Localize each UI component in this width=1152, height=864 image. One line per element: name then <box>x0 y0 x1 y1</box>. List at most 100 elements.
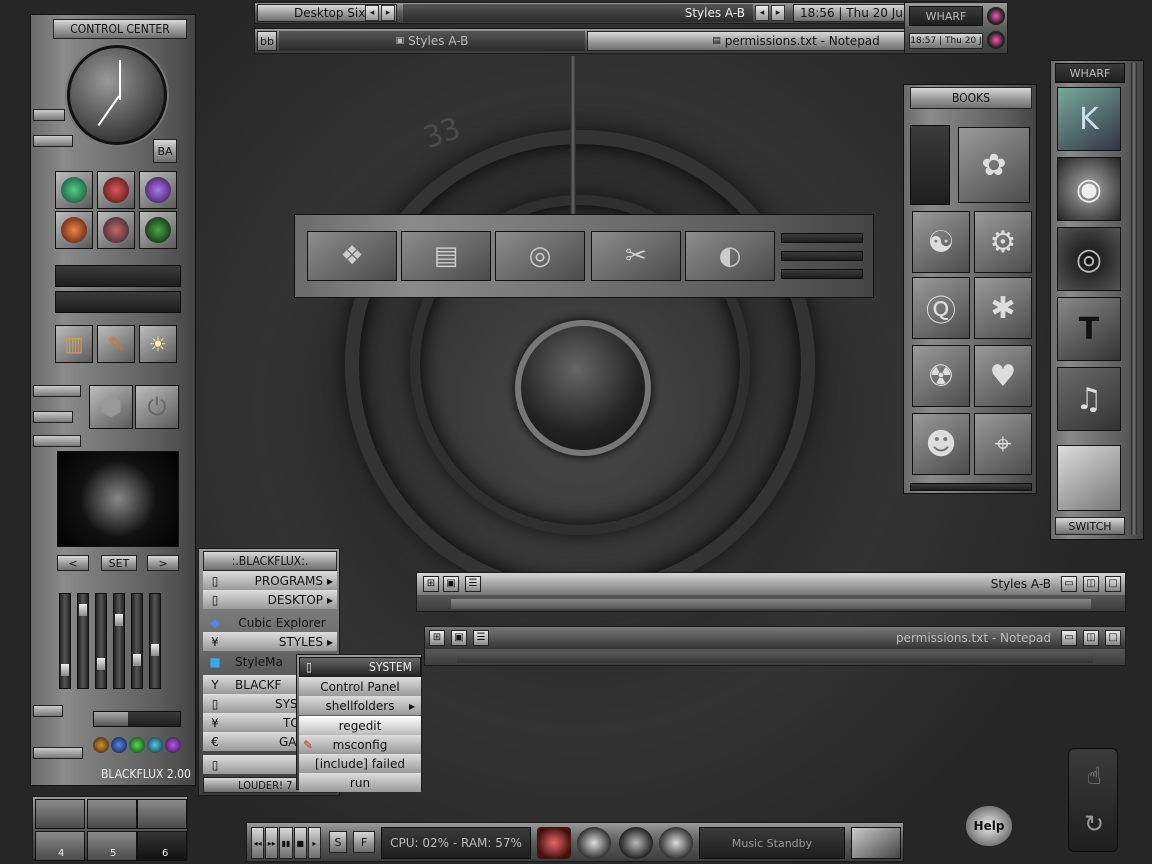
titlebar[interactable]: ⊞ ▣ ☰ permissions.txt - Notepad ▭ ◫ □ <box>425 627 1125 649</box>
style-cd-icon[interactable]: ◐ <box>685 231 775 281</box>
globe-icon[interactable]: ◉ <box>1057 157 1121 221</box>
window-prev-button[interactable]: ◂ <box>755 5 769 21</box>
alien-purple-icon[interactable] <box>139 171 177 209</box>
bulb-icon[interactable]: ☀ <box>139 325 177 363</box>
submenu-item-shellfolders[interactable]: shellfolders ▸ <box>299 696 421 715</box>
close-button[interactable]: □ <box>1105 576 1121 592</box>
yin-yang-icon[interactable]: ☯ <box>912 211 970 273</box>
music-icon[interactable]: ♫ <box>1057 367 1121 431</box>
media-rewind-button[interactable]: ◂◂ <box>251 827 265 859</box>
submenu-item-run[interactable]: run <box>299 773 421 792</box>
window-menu-button[interactable]: ⊞ <box>423 576 439 592</box>
titlebar[interactable]: ⊞ ▣ ☰ Styles A-B ▭ ◫ □ <box>417 573 1125 595</box>
eq-slider[interactable] <box>113 593 125 689</box>
media-forward-button[interactable]: ▸▸ <box>265 827 279 859</box>
focused-window-title[interactable]: Styles A-B <box>403 4 753 22</box>
minimize-button[interactable]: ▭ <box>1061 630 1077 646</box>
pager-desk-1[interactable] <box>35 799 85 829</box>
power-plug-icon[interactable]: ⏻ <box>135 385 179 429</box>
alien-green-icon[interactable] <box>55 171 93 209</box>
window-handle[interactable] <box>451 599 1091 609</box>
side-tab[interactable] <box>33 747 83 759</box>
orb-icon[interactable] <box>659 827 693 859</box>
window-next-button[interactable]: ▸ <box>771 5 785 21</box>
window-list-button[interactable]: ☰ <box>465 576 481 592</box>
gear-icon[interactable]: ⚙ <box>974 211 1032 273</box>
side-tab[interactable] <box>33 135 73 147</box>
hand-icon[interactable]: ☝ <box>1075 757 1113 795</box>
media-play-button[interactable]: ▸ <box>307 827 321 859</box>
eq-slider[interactable] <box>77 593 89 689</box>
style-box-icon[interactable]: ❖ <box>307 231 397 281</box>
quake-icon[interactable]: Ⓠ <box>912 277 970 339</box>
orb-icon[interactable] <box>619 827 653 859</box>
refresh-icon[interactable]: ↻ <box>1075 805 1113 843</box>
style-disc-icon[interactable]: ◎ <box>495 231 585 281</box>
eq-slider[interactable] <box>59 593 71 689</box>
cube-icon[interactable]: ⬢ <box>89 385 133 429</box>
window-shade-button[interactable]: ▣ <box>451 630 467 646</box>
side-tab[interactable] <box>33 385 81 397</box>
mini-wharf-orb-icon[interactable] <box>987 7 1005 25</box>
record-icon[interactable] <box>537 827 571 859</box>
prev-button[interactable]: < <box>57 555 89 571</box>
style-folder-icon[interactable]: ✂ <box>591 231 681 281</box>
orb-cyan-icon[interactable] <box>147 737 163 753</box>
planet-mars-icon[interactable] <box>55 211 93 249</box>
orb-blue-icon[interactable] <box>111 737 127 753</box>
window-handle[interactable] <box>457 653 1093 663</box>
s-button[interactable]: S <box>329 831 347 853</box>
orb-green-icon[interactable] <box>129 737 145 753</box>
text-tool-icon[interactable]: T <box>1057 297 1121 361</box>
side-tab[interactable] <box>33 435 81 447</box>
workspace-prev-button[interactable]: ◂ <box>365 5 379 21</box>
maximize-button[interactable]: ◫ <box>1083 576 1099 592</box>
pager-desk-5[interactable]: 5 <box>87 831 137 861</box>
help-icon[interactable]: Help <box>966 806 1012 846</box>
planet-dark-icon[interactable] <box>139 211 177 249</box>
radiation-icon[interactable]: ☢ <box>912 345 970 407</box>
minimize-button[interactable]: ▭ <box>1061 576 1077 592</box>
menu-item-cubic-explorer[interactable]: ◆ Cubic Explorer <box>203 613 337 632</box>
media-stop-button[interactable]: ■ <box>293 827 307 859</box>
workspace-next-button[interactable]: ▸ <box>381 5 395 21</box>
books-icon[interactable]: ▥ <box>55 325 93 363</box>
pager-desk-2[interactable] <box>87 799 137 829</box>
pager-desk-4[interactable]: 4 <box>35 831 85 861</box>
side-tab[interactable] <box>33 705 63 717</box>
set-button[interactable]: SET <box>101 555 137 571</box>
side-tab[interactable] <box>33 109 65 121</box>
next-button[interactable]: > <box>147 555 179 571</box>
menu-item-programs[interactable]: ▯ PROGRAMS ▸ <box>203 571 337 590</box>
wharf-preview[interactable] <box>1057 445 1121 511</box>
menu-item-desktop[interactable]: ▯ DESKTOP ▸ <box>203 590 337 609</box>
spider-icon[interactable]: ✱ <box>974 277 1032 339</box>
switch-button[interactable]: SWITCH <box>1055 517 1125 535</box>
planet-storm-icon[interactable] <box>97 211 135 249</box>
media-pause-button[interactable]: ▮▮ <box>279 827 293 859</box>
alien-icon[interactable]: ☻ <box>912 413 970 475</box>
eq-slider[interactable] <box>131 593 143 689</box>
menu-item-styles[interactable]: ¥ STYLES ▸ <box>203 632 337 651</box>
window-menu-button[interactable]: ⊞ <box>429 630 445 646</box>
f-button[interactable]: F <box>353 831 375 853</box>
paint-icon[interactable]: ✎ <box>97 325 135 363</box>
pager-desk-6[interactable]: 6 <box>137 831 187 861</box>
kde-icon[interactable]: K <box>1057 87 1121 151</box>
bb-button[interactable]: bb <box>257 31 277 51</box>
crosshair-icon[interactable]: ⌖ <box>974 413 1032 475</box>
pager-desk-3[interactable] <box>137 799 187 829</box>
ba-button[interactable]: BA <box>153 139 177 163</box>
submenu-item-msconfig[interactable]: ✎ msconfig <box>299 735 421 754</box>
rings-icon[interactable]: ◎ <box>1057 227 1121 291</box>
tray-icons[interactable] <box>851 827 901 859</box>
orb-icon[interactable] <box>577 827 611 859</box>
submenu-item-include-failed[interactable]: [include] failed <box>299 754 421 773</box>
alien-red-icon[interactable] <box>97 171 135 209</box>
mini-wharf-orb2-icon[interactable] <box>987 31 1005 49</box>
eq-slider[interactable] <box>149 593 161 689</box>
submenu-item-control-panel[interactable]: Control Panel <box>299 677 421 696</box>
style-papers-icon[interactable]: ▤ <box>401 231 491 281</box>
close-button[interactable]: □ <box>1105 630 1121 646</box>
side-tab[interactable] <box>33 411 73 423</box>
